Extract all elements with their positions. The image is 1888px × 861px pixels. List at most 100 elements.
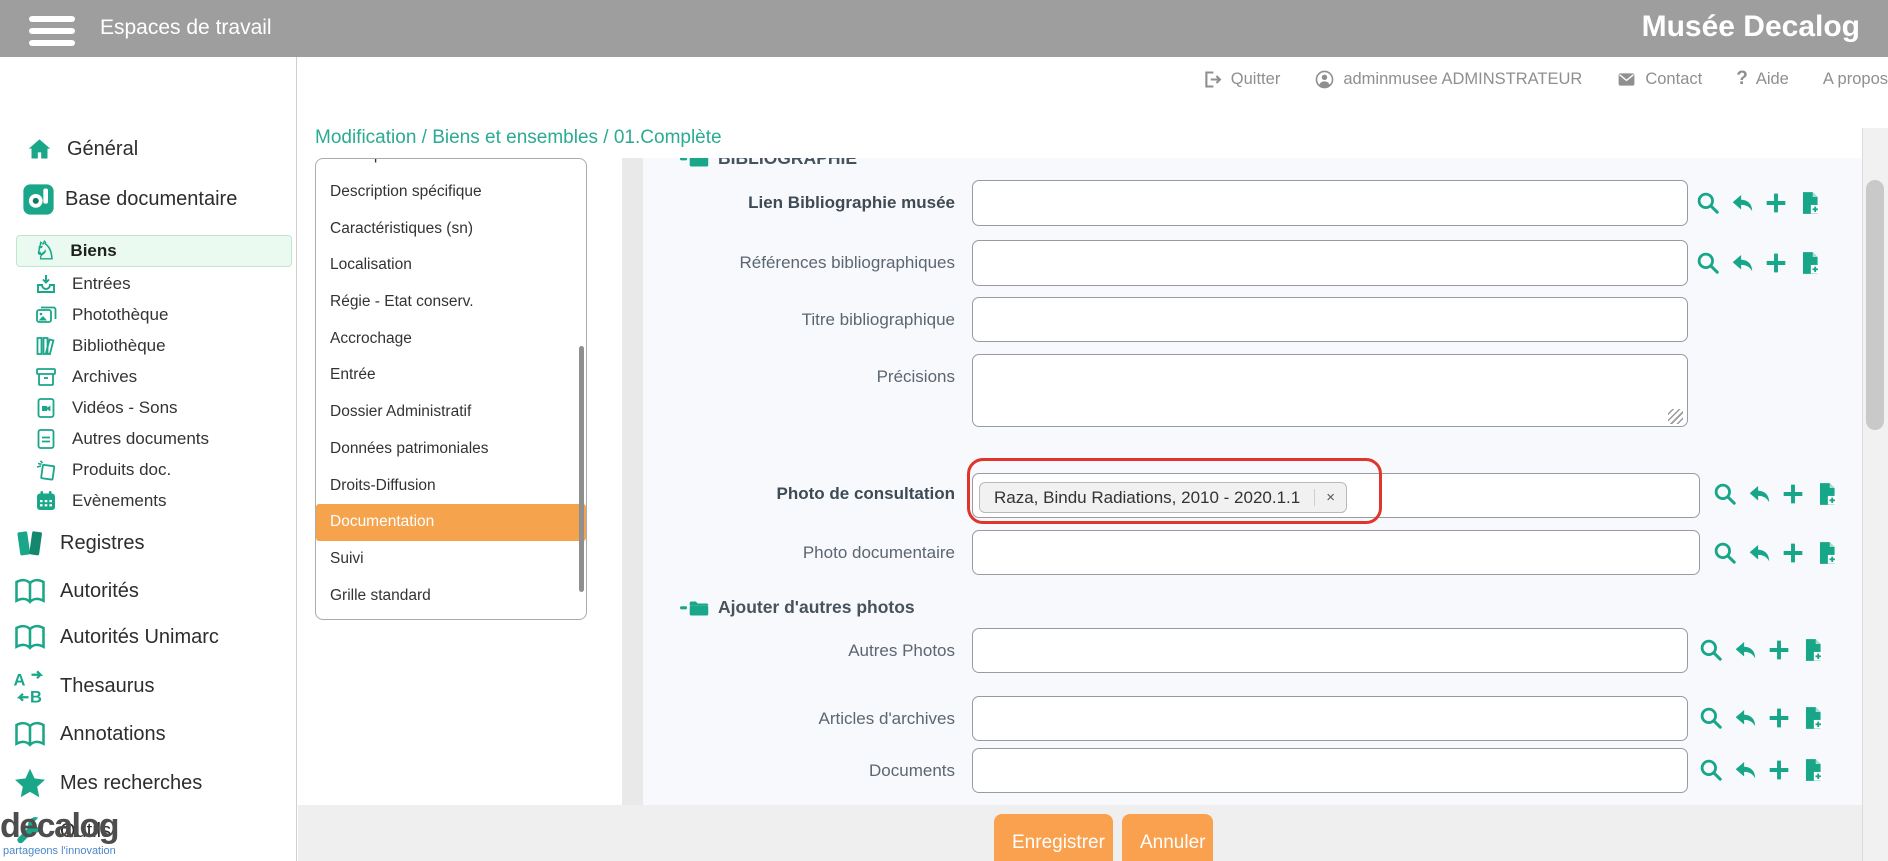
sidebar-item-annotations[interactable]: Annotations [12, 716, 166, 752]
save-button[interactable]: Enregistrer [994, 814, 1113, 861]
window-scrollbar-thumb[interactable] [1866, 180, 1884, 430]
sidebar-item-autorites-unimarc[interactable]: Autorités Unimarc [12, 619, 219, 655]
hamburger-menu-icon[interactable] [29, 10, 75, 52]
user-icon [1314, 69, 1335, 90]
decalog-logo: decalog partageons l'innovation [0, 809, 118, 857]
sidebar-item-videos-sons[interactable]: Vidéos - Sons [34, 396, 178, 420]
books-icon [34, 334, 58, 358]
list-item[interactable]: Description spécifique [316, 174, 586, 211]
photo-documentaire-input[interactable] [972, 530, 1700, 575]
calendar-icon [34, 489, 58, 513]
search-icon[interactable] [1698, 757, 1724, 783]
field-actions [1695, 190, 1823, 216]
list-item[interactable]: Description [316, 158, 586, 174]
undo-icon[interactable] [1729, 250, 1755, 276]
list-item-selected[interactable]: Documentation [316, 504, 586, 541]
add-icon[interactable] [1766, 757, 1792, 783]
a-propos-button[interactable]: A propos [1823, 65, 1888, 93]
sidebar-item-base-documentaire[interactable]: Base documentaire [22, 183, 237, 216]
photo-consultation-chip[interactable]: Raza, Bindu Radiations, 2010 - 2020.1.1 … [979, 482, 1347, 513]
add-icon[interactable] [1780, 481, 1806, 507]
search-icon[interactable] [1712, 540, 1738, 566]
list-item[interactable]: Suivi [316, 541, 586, 578]
undo-icon[interactable] [1746, 540, 1772, 566]
add-file-icon[interactable] [1797, 190, 1823, 216]
add-file-icon[interactable] [1800, 637, 1826, 663]
sidebar-item-mes-recherches[interactable]: Mes recherches [12, 765, 202, 801]
search-icon[interactable] [1695, 190, 1721, 216]
titre-bibliographique-input[interactable] [972, 297, 1688, 342]
add-file-icon[interactable] [1814, 540, 1840, 566]
articles-archives-input[interactable] [972, 696, 1688, 741]
add-file-icon[interactable] [1800, 705, 1826, 731]
add-icon[interactable] [1780, 540, 1806, 566]
sidebar-item-entrees[interactable]: Entrées [34, 272, 131, 296]
list-scrollbar-thumb[interactable] [579, 346, 584, 592]
undo-icon[interactable] [1746, 481, 1772, 507]
search-icon[interactable] [1698, 637, 1724, 663]
list-item[interactable]: Localisation [316, 247, 586, 284]
folder-icon [680, 158, 710, 169]
add-icon[interactable] [1766, 705, 1792, 731]
search-icon[interactable] [1695, 250, 1721, 276]
sidebar-item-evenements[interactable]: Evènements [34, 489, 167, 513]
undo-icon[interactable] [1732, 705, 1758, 731]
archive-box-icon [34, 365, 58, 389]
sidebar-item-registres[interactable]: Registres [12, 525, 144, 561]
list-item[interactable]: Entrée [316, 357, 586, 394]
section-list: Description Description spécifique Carac… [316, 158, 586, 614]
workspace-title: Espaces de travail [100, 16, 272, 40]
list-item[interactable]: Régie - Etat conserv. [316, 284, 586, 321]
list-item[interactable]: Données patrimoniales [316, 431, 586, 468]
list-item[interactable]: Grille standard [316, 577, 586, 614]
precisions-textarea[interactable] [972, 354, 1688, 427]
references-bibliographiques-input[interactable] [972, 240, 1688, 286]
lien-bibliographie-musee-input[interactable] [972, 180, 1688, 226]
sidebar-item-thesaurus[interactable]: AB Thesaurus [12, 668, 155, 704]
user-menu[interactable]: adminmusee ADMINSTRATEUR [1314, 65, 1582, 93]
sidebar-item-autorites[interactable]: Autorités [12, 573, 139, 609]
registers-books-icon [12, 525, 48, 561]
cancel-button[interactable]: Annuler [1122, 814, 1213, 861]
list-item[interactable]: Droits-Diffusion [316, 467, 586, 504]
sidebar-item-biens[interactable]: ♘ Biens [34, 239, 117, 263]
add-file-icon[interactable] [1800, 757, 1826, 783]
undo-icon[interactable] [1732, 637, 1758, 663]
sidebar-item-archives[interactable]: Archives [34, 365, 137, 389]
add-icon[interactable] [1766, 637, 1792, 663]
contact-button[interactable]: Contact [1616, 65, 1702, 93]
undo-icon[interactable] [1732, 757, 1758, 783]
autres-photos-input[interactable] [972, 628, 1688, 673]
section-header-bibliographie-clipped: BIBLIOGRAPHIE [680, 158, 1100, 173]
list-item[interactable]: Dossier Administratif [316, 394, 586, 431]
svg-text:B: B [30, 689, 42, 705]
undo-icon[interactable] [1729, 190, 1755, 216]
list-item[interactable]: Accrochage [316, 320, 586, 357]
search-icon[interactable] [1698, 705, 1724, 731]
photos-stack-icon [34, 303, 58, 327]
quitter-button[interactable]: Quitter [1202, 65, 1281, 93]
sidebar-item-produits-doc[interactable]: Produits doc. [34, 458, 171, 482]
sidebar-item-bibliotheque[interactable]: Bibliothèque [34, 334, 166, 358]
open-book-icon [12, 619, 48, 655]
documents-input[interactable] [972, 748, 1688, 793]
chip-label: Raza, Bindu Radiations, 2010 - 2020.1.1 [980, 488, 1314, 508]
help-icon: ? [1736, 68, 1748, 90]
sidebar-item-autres-documents[interactable]: Autres documents [34, 427, 209, 451]
aide-button[interactable]: ? Aide [1736, 65, 1789, 93]
add-icon[interactable] [1763, 190, 1789, 216]
chip-remove-icon[interactable]: × [1314, 489, 1346, 506]
field-actions [1712, 481, 1840, 507]
search-icon[interactable] [1712, 481, 1738, 507]
field-label: Photo documentaire [595, 542, 955, 564]
add-file-icon[interactable] [1814, 481, 1840, 507]
sidebar-item-phototheque[interactable]: Photothèque [34, 303, 168, 327]
add-file-icon[interactable] [1797, 250, 1823, 276]
utility-menu: Quitter adminmusee ADMINSTRATEUR Contact… [1160, 65, 1888, 93]
textarea-resize-handle[interactable] [1668, 409, 1683, 424]
application-window: Espaces de travail Musée Decalog Quitter… [0, 0, 1888, 861]
add-icon[interactable] [1763, 250, 1789, 276]
field-label: Lien Bibliographie musée [595, 192, 955, 214]
list-item[interactable]: Caractéristiques (sn) [316, 210, 586, 247]
sidebar-item-general[interactable]: Général [26, 136, 138, 163]
